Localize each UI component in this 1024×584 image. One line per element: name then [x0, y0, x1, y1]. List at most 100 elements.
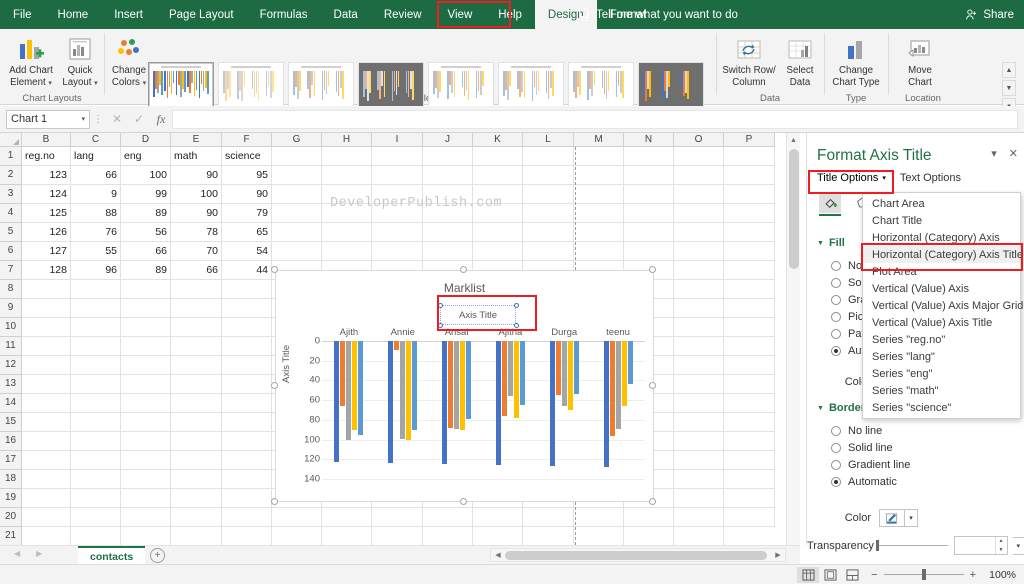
cell-O10[interactable] [674, 318, 724, 337]
cell-P11[interactable] [724, 337, 775, 356]
ribbon-tab-help[interactable]: Help [485, 0, 535, 29]
cell-F4[interactable]: 79 [222, 204, 272, 223]
cell-M20[interactable] [574, 508, 624, 527]
row-header-19[interactable]: 19 [0, 489, 22, 508]
cell-O2[interactable] [674, 166, 724, 185]
radio-icon[interactable] [831, 260, 841, 271]
cell-F18[interactable] [222, 470, 272, 489]
dropdown-item-series-regno[interactable]: Series "reg.no" [863, 331, 1020, 348]
cell-O19[interactable] [674, 489, 724, 508]
border-color-button[interactable] [879, 509, 905, 527]
cell-F6[interactable]: 54 [222, 242, 272, 261]
radio-icon[interactable] [831, 459, 841, 470]
zoom-in-button[interactable]: + [970, 569, 976, 581]
column-header-M[interactable]: M [574, 133, 624, 147]
cell-C14[interactable] [71, 394, 121, 413]
cell-F13[interactable] [222, 375, 272, 394]
radio-icon-selected[interactable] [831, 345, 841, 356]
transparency-dropdown-arrow[interactable]: ▾ [1012, 536, 1024, 555]
cell-B15[interactable] [22, 413, 71, 432]
change-colors-button[interactable]: Change Colors ▾ [105, 32, 153, 89]
bar-science[interactable] [627, 341, 633, 385]
cell-F3[interactable]: 90 [222, 185, 272, 204]
cell-F1[interactable]: science [222, 147, 272, 166]
cell-G6[interactable] [272, 242, 322, 261]
row-header-18[interactable]: 18 [0, 470, 22, 489]
row-header-16[interactable]: 16 [0, 432, 22, 451]
ribbon-tab-data[interactable]: Data [321, 0, 371, 29]
add-chart-element-button[interactable]: Add Chart Element ▾ [4, 32, 58, 89]
cell-O14[interactable] [674, 394, 724, 413]
cell-E11[interactable] [171, 337, 222, 356]
radio-icon[interactable] [831, 442, 841, 453]
chart-handle-bottom-right[interactable] [649, 498, 656, 505]
dropdown-item-plot-area[interactable]: Plot Area [863, 263, 1020, 280]
transparency-spinner[interactable]: ▲ ▼ [953, 536, 1008, 555]
cell-P3[interactable] [724, 185, 775, 204]
cell-C19[interactable] [71, 489, 121, 508]
bar-eng[interactable] [507, 341, 513, 397]
move-chart-button[interactable]: Move Chart [895, 32, 945, 88]
horizontal-scrollbar[interactable]: ◀ ▶ [490, 548, 786, 562]
cell-P18[interactable] [724, 470, 775, 489]
bar-lang[interactable] [609, 341, 615, 436]
column-header-K[interactable]: K [473, 133, 523, 147]
cell-C9[interactable] [71, 299, 121, 318]
column-header-N[interactable]: N [624, 133, 674, 147]
cell-C18[interactable] [71, 470, 121, 489]
cell-H5[interactable] [322, 223, 372, 242]
cell-C11[interactable] [71, 337, 121, 356]
transparency-slider-thumb[interactable] [876, 540, 879, 551]
cell-B4[interactable]: 125 [22, 204, 71, 223]
spinner-buttons[interactable]: ▲ ▼ [994, 537, 1007, 554]
row-header-5[interactable]: 5 [0, 223, 22, 242]
bar-math[interactable] [621, 341, 627, 406]
sheet-tab-contacts[interactable]: contacts [78, 546, 146, 565]
cell-P9[interactable] [724, 299, 775, 318]
cell-D2[interactable]: 100 [121, 166, 171, 185]
cell-M4[interactable] [574, 204, 624, 223]
dropdown-item-horizontal-category-axis[interactable]: Horizontal (Category) Axis [863, 229, 1020, 246]
cell-J2[interactable] [423, 166, 473, 185]
cell-D18[interactable] [121, 470, 171, 489]
bar-cluster-ajith[interactable] [322, 341, 376, 479]
column-header-F[interactable]: F [222, 133, 272, 147]
cell-L20[interactable] [523, 508, 574, 527]
cell-J1[interactable] [423, 147, 473, 166]
cell-D7[interactable]: 89 [121, 261, 171, 280]
table-row[interactable]: 123 66 100 90 95 [22, 166, 800, 185]
cell-N2[interactable] [624, 166, 674, 185]
cell-D19[interactable] [121, 489, 171, 508]
cell-F11[interactable] [222, 337, 272, 356]
cell-F19[interactable] [222, 489, 272, 508]
cell-F20[interactable] [222, 508, 272, 527]
chart-handle-top-left[interactable] [271, 266, 278, 273]
chart-handle-top-center[interactable] [460, 266, 467, 273]
table-row[interactable]: 127 55 66 70 54 [22, 242, 800, 261]
cell-B16[interactable] [22, 432, 71, 451]
cell-C20[interactable] [71, 508, 121, 527]
cell-L2[interactable] [523, 166, 574, 185]
cell-E20[interactable] [171, 508, 222, 527]
bar-science[interactable] [358, 341, 364, 435]
cell-L21[interactable] [523, 527, 574, 545]
axis-title-handle-br[interactable] [513, 322, 519, 328]
column-header-P[interactable]: P [724, 133, 775, 147]
vertical-scroll-thumb[interactable] [789, 149, 799, 269]
dropdown-item-chart-area[interactable]: Chart Area [863, 195, 1020, 212]
gallery-scroll-up[interactable]: ▲ [1002, 62, 1016, 78]
cell-C1[interactable]: lang [71, 147, 121, 166]
ribbon-tab-review[interactable]: Review [371, 0, 435, 29]
cell-D21[interactable] [121, 527, 171, 545]
chart-handle-middle-left[interactable] [271, 382, 278, 389]
cell-B19[interactable] [22, 489, 71, 508]
enter-formula-button[interactable]: ✓ [128, 112, 150, 126]
cell-B5[interactable]: 126 [22, 223, 71, 242]
cell-G5[interactable] [272, 223, 322, 242]
cell-B21[interactable] [22, 527, 71, 545]
cell-C15[interactable] [71, 413, 121, 432]
spinner-up-icon[interactable]: ▲ [996, 537, 1007, 546]
radio-icon[interactable] [831, 277, 841, 288]
page-break-view-button[interactable] [841, 567, 863, 583]
name-box[interactable]: Chart 1 ▾ [6, 109, 90, 129]
